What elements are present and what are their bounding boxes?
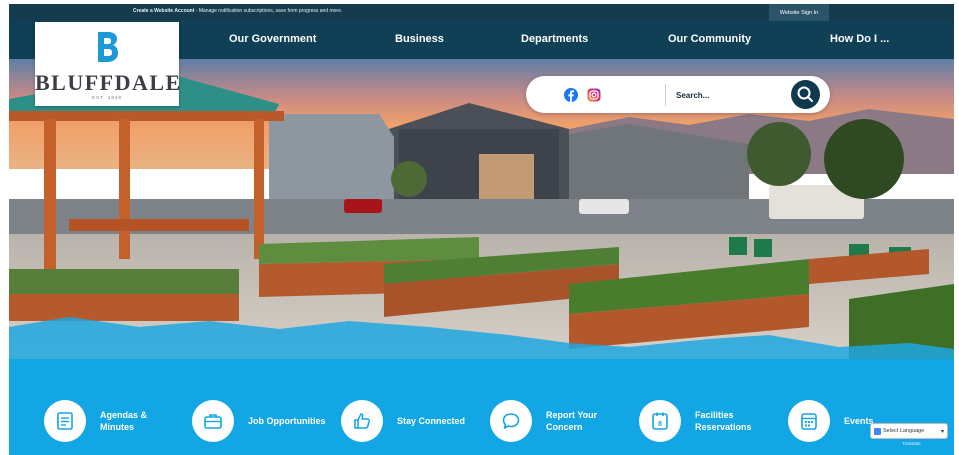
create-account-link[interactable]: Create a Website Account bbox=[133, 8, 194, 14]
agenda-icon bbox=[44, 400, 86, 442]
white-truck bbox=[579, 199, 629, 214]
nav-our-community[interactable]: Our Community bbox=[668, 33, 751, 45]
tree-mid bbox=[391, 161, 427, 197]
bluffdale-logo[interactable]: BLUFFDALE EST. 1848 bbox=[35, 22, 182, 106]
nav-our-government[interactable]: Our Government bbox=[229, 33, 316, 45]
quick-link-label: Facilities Reservations bbox=[695, 410, 752, 432]
account-notice-text: - Manage notification subscriptions, sav… bbox=[194, 8, 343, 14]
bin bbox=[754, 239, 772, 257]
thumbs-up-icon bbox=[341, 400, 383, 442]
svg-text:8: 8 bbox=[658, 421, 662, 428]
red-car bbox=[344, 199, 382, 213]
bin bbox=[729, 237, 747, 255]
bluffdale-b-logo-icon bbox=[98, 32, 118, 62]
quick-link-report-concern[interactable]: Report Your Concern bbox=[490, 400, 626, 442]
gazebo-post bbox=[119, 119, 130, 259]
website-sign-in-button[interactable]: Website Sign In bbox=[769, 4, 829, 21]
chevron-down-icon: ▾ bbox=[940, 428, 944, 435]
search-button[interactable] bbox=[791, 80, 820, 109]
nav-business[interactable]: Business bbox=[395, 33, 444, 45]
account-notice[interactable]: Create a Website Account - Manage notifi… bbox=[133, 8, 342, 14]
quick-link-agendas[interactable]: Agendas & Minutes bbox=[44, 400, 180, 442]
quick-link-label: Stay Connected bbox=[397, 416, 466, 426]
garden-plants bbox=[9, 269, 239, 294]
nav-how-do-i[interactable]: How Do I ... bbox=[830, 33, 889, 45]
instagram-icon[interactable] bbox=[587, 88, 601, 102]
google-translate-credit: Translate bbox=[902, 441, 921, 446]
utility-bar: Create a Website Account - Manage notifi… bbox=[9, 4, 954, 21]
select-language-label: Select Language bbox=[883, 428, 925, 434]
briefcase-icon bbox=[192, 400, 234, 442]
garden-bed bbox=[9, 294, 239, 321]
chat-icon bbox=[490, 400, 532, 442]
quick-link-label: Report Your Concern bbox=[546, 410, 598, 432]
logo-wordmark: BLUFFDALE bbox=[35, 70, 182, 95]
facebook-icon[interactable] bbox=[564, 88, 578, 102]
quick-link-jobs[interactable]: Job Opportunities bbox=[192, 400, 328, 442]
gazebo-post bbox=[44, 119, 56, 269]
quick-link-facilities[interactable]: 8 Facilities Reservations bbox=[639, 400, 775, 442]
calendar-icon: 8 bbox=[639, 400, 681, 442]
logo-established: EST. 1848 bbox=[92, 95, 122, 100]
tree-far-right bbox=[824, 119, 904, 199]
google-icon bbox=[874, 427, 881, 435]
tree-right bbox=[747, 122, 811, 186]
search-bar bbox=[526, 76, 830, 113]
select-language-dropdown[interactable]: Select Language ▾ bbox=[870, 423, 948, 439]
quick-links-bar: Agendas & Minutes Job Opportunities Stay… bbox=[9, 359, 954, 455]
page: Create a Website Account - Manage notifi… bbox=[9, 4, 954, 455]
house-gray bbox=[269, 114, 394, 199]
quick-link-label: Agendas & Minutes bbox=[100, 410, 148, 432]
house-porch bbox=[479, 154, 534, 204]
gazebo-post bbox=[254, 119, 264, 259]
search-icon bbox=[797, 86, 813, 102]
events-calendar-icon bbox=[788, 400, 830, 442]
gazebo-bench bbox=[69, 219, 249, 231]
nav-departments[interactable]: Departments bbox=[521, 33, 588, 45]
search-input[interactable] bbox=[676, 84, 776, 106]
quick-link-label: Job Opportunities bbox=[248, 416, 326, 426]
quick-link-stay-connected[interactable]: Stay Connected bbox=[341, 400, 477, 442]
search-divider bbox=[665, 84, 666, 106]
